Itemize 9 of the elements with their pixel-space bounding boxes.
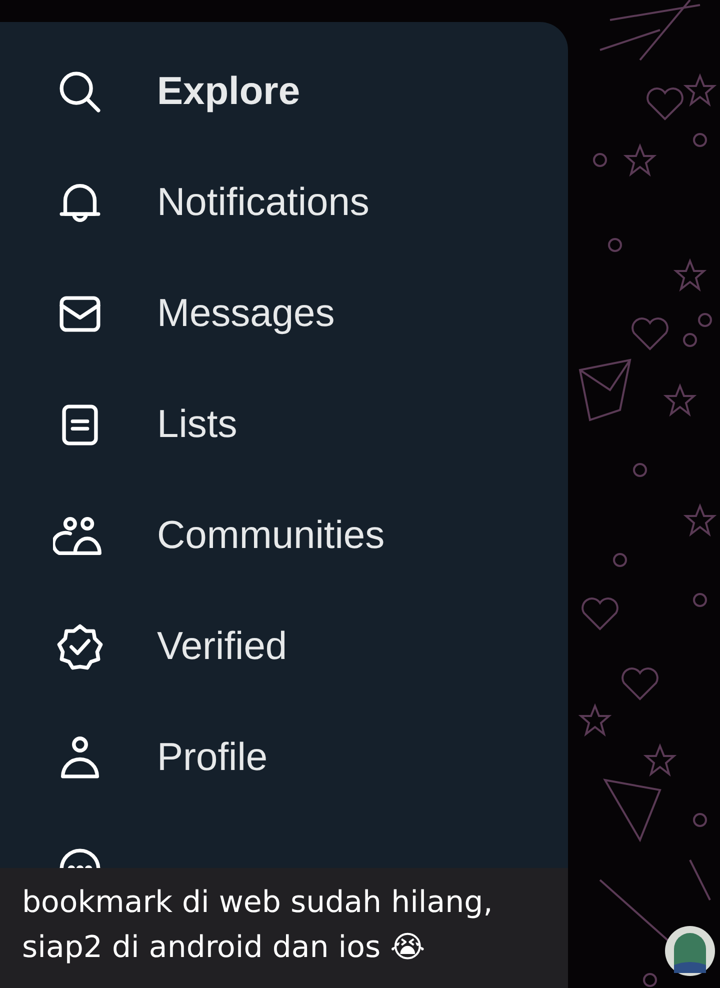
menu-item[interactable]: Communities (157, 514, 385, 558)
message-caption: bookmark di web sudah hilang, siap2 di android dan ios 😭 (0, 868, 568, 988)
menu-item[interactable]: Verified (157, 624, 288, 668)
menu-item[interactable]: Explore (157, 70, 300, 114)
menu-item[interactable]: Notifications (157, 180, 370, 224)
menu-item[interactable]: Lists (157, 402, 238, 446)
menu-item[interactable]: Profile (157, 736, 268, 780)
avatar-icon[interactable] (664, 925, 716, 977)
menu-item[interactable]: Messages (157, 292, 335, 336)
